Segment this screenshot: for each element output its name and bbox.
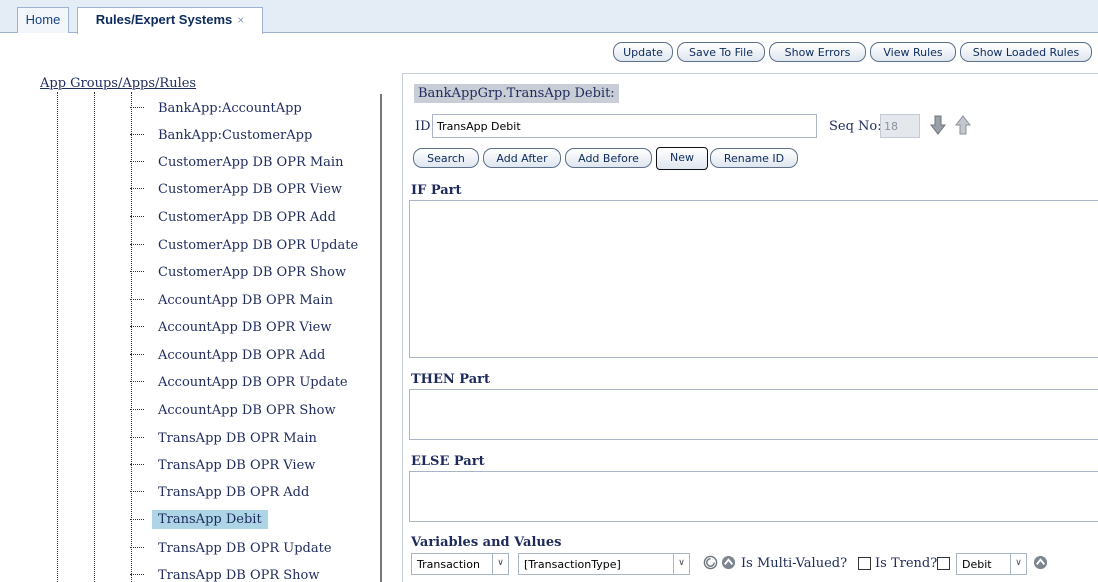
chevron-down-icon: ∨: [492, 554, 508, 574]
show-errors-button[interactable]: Show Errors: [769, 42, 866, 62]
tree-item-label: AccountApp DB OPR Show: [158, 403, 336, 418]
tree-item-label: CustomerApp DB OPR Add: [158, 210, 336, 225]
tab-bar: Home Rules/Expert Systems ×: [0, 0, 1098, 34]
tab-home-label: Home: [25, 12, 61, 27]
seq-no-input: 18: [880, 114, 920, 138]
tree-item-label: BankApp:CustomerApp: [158, 128, 313, 143]
move-up-arrow-icon[interactable]: [955, 115, 971, 135]
add-after-button[interactable]: Add After: [483, 148, 561, 168]
value-select[interactable]: Debit ∨: [956, 553, 1027, 575]
tree-connector: [130, 574, 144, 575]
tree-guide-line: [131, 92, 132, 582]
rule-title: BankAppGrp.TransApp Debit:: [414, 84, 619, 103]
multi-valued-checkbox[interactable]: [858, 557, 871, 570]
tree-item-label: AccountApp DB OPR View: [158, 320, 332, 335]
tab-home[interactable]: Home: [17, 7, 69, 33]
tree-connector: [130, 134, 144, 135]
tree-guide-line: [57, 92, 58, 582]
tree-connector: [130, 326, 144, 327]
tab-rules-label: Rules/Expert Systems: [95, 12, 233, 27]
search-button[interactable]: Search: [413, 148, 479, 168]
tree-connector: [130, 244, 144, 245]
chevron-down-icon: ∨: [673, 554, 689, 574]
tree-connector: [130, 519, 144, 520]
tree-connector: [130, 409, 144, 410]
variables-label: Variables and Values: [411, 535, 562, 550]
rename-id-button[interactable]: Rename ID: [710, 148, 798, 168]
show-loaded-rules-button[interactable]: Show Loaded Rules: [960, 42, 1092, 62]
id-input[interactable]: TransApp Debit: [432, 114, 817, 138]
property-select-value: [TransactionType]: [524, 558, 621, 571]
tree-item-label: BankApp:AccountApp: [158, 101, 302, 116]
then-part-label: THEN Part: [411, 372, 490, 387]
tree-item-label: TransApp DB OPR Add: [158, 485, 310, 500]
tree-item-label: TransApp DB OPR Main: [158, 431, 317, 446]
tree-scrollbar[interactable]: [380, 94, 382, 582]
tree-item-label: CustomerApp DB OPR Main: [158, 155, 344, 170]
update-button[interactable]: Update: [613, 42, 673, 62]
tree-connector: [130, 299, 144, 300]
tree-connector: [130, 354, 144, 355]
tree-connector: [130, 547, 144, 548]
chevron-down-icon: ∨: [1010, 554, 1026, 574]
then-part-textarea[interactable]: [409, 389, 1098, 440]
value-select-value: Debit: [962, 558, 992, 571]
object-select[interactable]: Transaction ∨: [411, 553, 509, 575]
tree-connector: [130, 271, 144, 272]
tree-connector: [130, 464, 144, 465]
move-down-arrow-icon[interactable]: [930, 115, 946, 135]
else-part-textarea[interactable]: [409, 471, 1098, 522]
seq-no-label: Seq No:: [829, 119, 882, 134]
tree-item-label: TransApp DB OPR Update: [158, 541, 332, 556]
trend-label: Is Trend?: [875, 556, 938, 571]
tree-connector: [130, 107, 144, 108]
object-select-value: Transaction: [417, 558, 480, 571]
tree-connector: [130, 491, 144, 492]
tree-item-label: AccountApp DB OPR Main: [158, 293, 333, 308]
multi-valued-label: Is Multi-Valued?: [741, 556, 848, 571]
tree-item-label: TransApp DB OPR View: [158, 458, 316, 473]
tree-item-label: CustomerApp DB OPR Show: [158, 265, 347, 280]
add-before-button[interactable]: Add Before: [565, 148, 652, 168]
id-label: ID: [415, 119, 431, 134]
tree-guide-line: [94, 92, 95, 582]
save-to-file-button[interactable]: Save To File: [677, 42, 765, 62]
tree-item-label: AccountApp DB OPR Add: [158, 348, 326, 363]
tree-connector: [130, 437, 144, 438]
trend-checkbox[interactable]: [937, 557, 950, 570]
property-select[interactable]: [TransactionType] ∨: [518, 553, 690, 575]
collapse-up-icon[interactable]: [1033, 555, 1048, 570]
tree-connector: [130, 216, 144, 217]
close-icon[interactable]: ×: [237, 13, 244, 27]
if-part-textarea[interactable]: [409, 200, 1098, 358]
view-rules-button[interactable]: View Rules: [870, 42, 956, 62]
tab-rules-expert-systems[interactable]: Rules/Expert Systems ×: [77, 7, 263, 34]
else-part-label: ELSE Part: [411, 454, 485, 469]
tree-item-label: TransApp DB OPR Show: [158, 568, 320, 582]
tree-connector: [130, 381, 144, 382]
tree-connector: [130, 161, 144, 162]
tree-item-label: CustomerApp DB OPR Update: [158, 238, 359, 253]
if-part-label: IF Part: [411, 183, 462, 198]
collapse-up-icon[interactable]: [721, 555, 736, 570]
new-button[interactable]: New: [656, 147, 708, 170]
tree-item-label: AccountApp DB OPR Update: [158, 375, 348, 390]
tree-root-link[interactable]: App Groups/Apps/Rules: [40, 76, 196, 91]
tree-connector: [130, 188, 144, 189]
refresh-icon[interactable]: [703, 555, 718, 570]
tree-item-label: TransApp Debit: [152, 510, 268, 529]
tree-item-label: CustomerApp DB OPR View: [158, 182, 343, 197]
